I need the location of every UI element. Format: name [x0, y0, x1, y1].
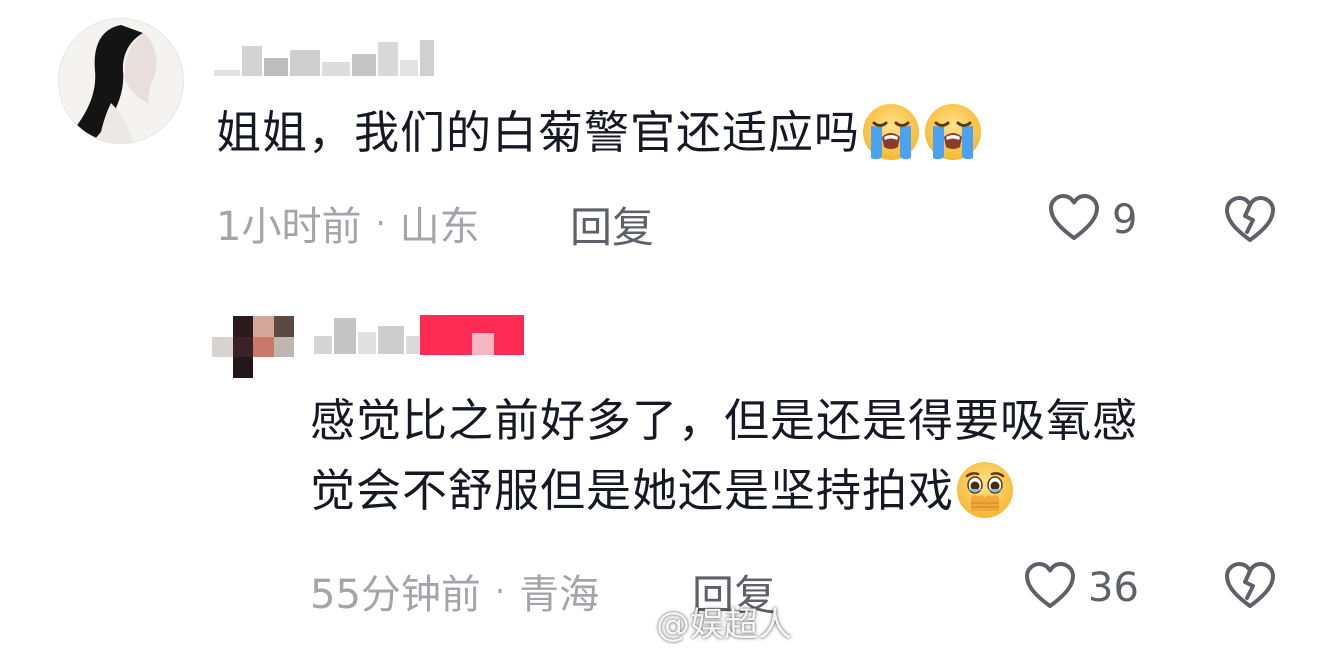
reply-location: 青海: [519, 572, 600, 618]
watermark: @娱超人: [610, 597, 792, 646]
dislike-broken-heart-icon[interactable]: [1222, 558, 1278, 618]
dislike-broken-heart-icon[interactable]: [1222, 192, 1278, 252]
reply-like-count: 36: [1088, 565, 1139, 611]
comment-meta: 1小时前 · 山东: [216, 194, 480, 252]
meta-separator: ·: [494, 572, 506, 610]
reply-like-group: 36: [1022, 558, 1139, 618]
author-badge: [420, 315, 524, 355]
reply-avatar[interactable]: [212, 316, 294, 378]
holding-back-tears-emoji: [954, 459, 1016, 521]
comment-time: 1小时前: [216, 204, 362, 250]
reply-text-line2: 觉会不舒服但是她还是坚持拍戏: [310, 464, 955, 517]
meta-separator: ·: [375, 204, 386, 242]
comment-location: 山东: [399, 204, 480, 250]
reply-text: 感觉比之前好多了，但是还是得要吸氧感 觉会不舒服但是她还是坚持拍戏: [310, 386, 1138, 526]
watermark-text: @娱超人: [656, 605, 792, 645]
username-redacted[interactable]: [214, 40, 434, 76]
like-heart-icon[interactable]: [1046, 190, 1102, 250]
like-count: 9: [1112, 197, 1138, 243]
comment-text-body: 姐姐，我们的白菊警官还适应吗: [216, 106, 861, 159]
commenter-avatar[interactable]: [58, 18, 184, 144]
loudly-crying-emoji: [860, 101, 922, 163]
comment-text: 姐姐，我们的白菊警官还适应吗: [216, 102, 984, 167]
reply-username-redacted[interactable]: [314, 318, 424, 354]
like-heart-icon[interactable]: [1022, 558, 1078, 618]
comment-like-group: 9: [1046, 190, 1137, 250]
reply-text-line1: 感觉比之前好多了，但是还是得要吸氧感: [310, 394, 1139, 447]
reply-button[interactable]: 回复: [570, 194, 654, 255]
loudly-crying-emoji: [922, 101, 984, 163]
reply-meta: 55分钟前 · 青海: [310, 562, 599, 620]
reply-text-line2-wrap: 觉会不舒服但是她还是坚持拍戏: [310, 456, 1138, 526]
reply-time: 55分钟前: [310, 572, 481, 618]
weibo-icon: [610, 600, 650, 643]
